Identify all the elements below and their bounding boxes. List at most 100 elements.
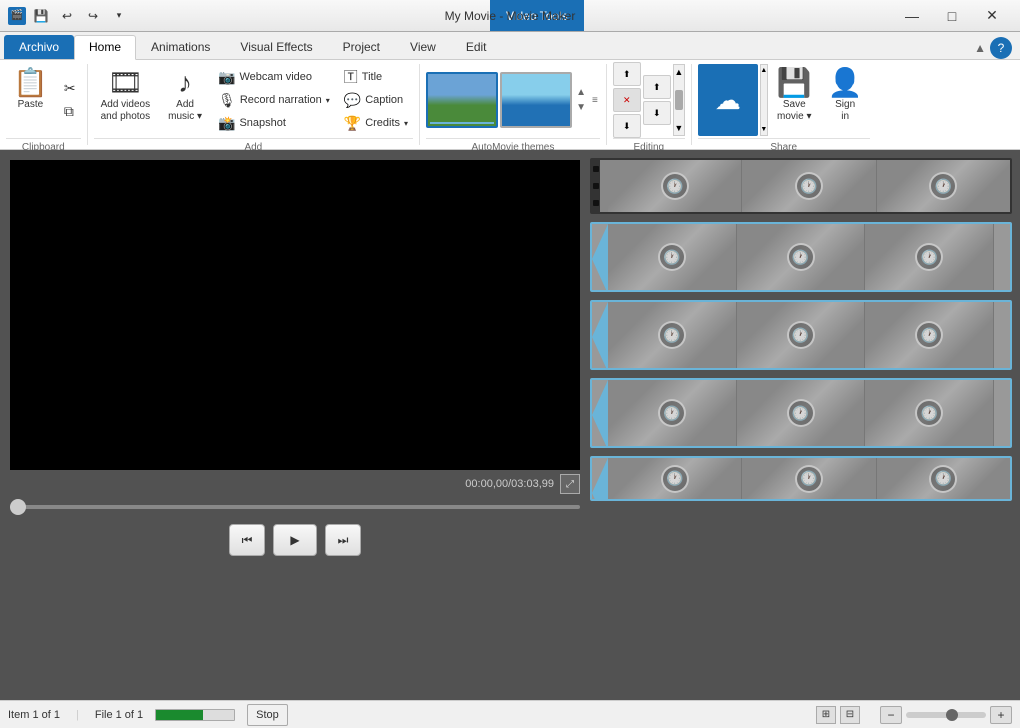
webcam-label: Webcam video [239,71,312,83]
zoom-in-btn[interactable]: + [990,706,1012,724]
timeline-row-2[interactable]: 🕐 🕐 🕐 [590,222,1012,292]
stop-button[interactable]: Stop [247,704,288,726]
film-segment[interactable]: 🕐 [737,302,866,368]
theme-item-2[interactable] [500,72,572,128]
film-segment[interactable]: 🕐 [608,458,742,499]
credits-dropdown-icon: ▾ [404,119,408,128]
tab-home[interactable]: Home [74,35,136,60]
timeline-row-5[interactable]: 🕐 🕐 🕐 [590,456,1012,501]
edit-btn-2[interactable]: ✕ [613,88,641,112]
next-frame-btn[interactable]: ⏭ [325,524,361,556]
cloud-icon: ☁ [715,85,741,116]
edit-btn-1[interactable]: ⬆ [613,62,641,86]
record-narration-button[interactable]: 🎙 Record narration ▾ [213,89,335,111]
close-btn[interactable]: ✕ [972,0,1012,32]
zoom-controls: − + [880,706,1012,724]
undo-btn[interactable]: ↩ [56,5,78,27]
sign-in-button[interactable]: 👤 Signin [821,64,870,136]
timeline-row-1[interactable]: 🕐 🕐 🕐 [590,158,1012,214]
snapshot-button[interactable]: 📸 Snapshot [213,112,335,134]
seek-bar[interactable] [10,498,580,516]
timeline-icon[interactable]: ⊟ [840,706,860,724]
maximize-btn[interactable]: □ [932,0,972,32]
time-text: 00:00,00/03:03,99 [465,478,554,490]
film-clock: 🕐 [929,465,957,493]
share-scroll-down[interactable]: ▼ [760,126,767,133]
film-segment[interactable]: 🕐 [877,160,1010,212]
add-music-button[interactable]: ♪ Addmusic ▾ [161,64,209,136]
editing-group: ⬆ ✕ ⬇ ⬆ ⬇ ▲ ▼ Editing [607,64,692,145]
seek-thumb[interactable] [10,499,26,515]
share-scroll-up[interactable]: ▲ [760,67,767,74]
webcam-button[interactable]: 📷 Webcam video [213,66,335,88]
automovie-group: ▲ ▼ ≡ AutoMovie themes [420,64,607,145]
film-strip-1: 🕐 🕐 🕐 [600,160,1010,212]
save-movie-button[interactable]: 💾 Savemovie ▾ [770,64,819,136]
paste-button[interactable]: 📋 Paste [6,64,55,136]
theme-item-1[interactable] [426,72,498,128]
film-segment[interactable]: 🕐 [865,302,994,368]
film-segment[interactable]: 🕐 [742,160,876,212]
expand-preview-btn[interactable]: ⤢ [560,474,580,494]
help-btn[interactable]: ? [990,37,1012,59]
tab-view[interactable]: View [395,35,451,59]
copy-button[interactable]: ⧉ [59,101,81,123]
film-segment[interactable]: 🕐 [865,380,994,446]
film-clock: 🕐 [787,243,815,271]
row-arrow-left [592,302,608,370]
editing-scroll-up[interactable]: ▲ [674,67,683,77]
row-arrow-right [994,380,1010,448]
record-icon: 🎙 [218,92,236,109]
save-quick-btn[interactable]: 💾 [30,5,52,27]
save-movie-label: Savemovie ▾ [777,99,811,123]
film-segment[interactable]: 🕐 [608,380,737,446]
caption-button[interactable]: 💬 Caption [339,89,413,111]
cut-button[interactable]: ✂ [59,78,81,100]
film-segment[interactable]: 🕐 [737,380,866,446]
film-segment[interactable]: 🕐 [737,224,866,290]
timeline-row-3[interactable]: 🕐 🕐 🕐 [590,300,1012,370]
add-videos-button[interactable]: 🎞 Add videosand photos [94,64,158,136]
edit-btn-5[interactable]: ⬇ [643,101,671,125]
film-clock: 🕐 [795,465,823,493]
tab-edit[interactable]: Edit [451,35,502,59]
tab-visual-effects[interactable]: Visual Effects [225,35,327,59]
zoom-thumb[interactable] [946,709,958,721]
credits-icon: 🏆 [344,115,361,132]
zoom-out-btn[interactable]: − [880,706,902,724]
editing-scroll-down[interactable]: ▼ [674,123,683,133]
collapse-ribbon-btn[interactable]: ▲ [974,41,986,55]
seek-track[interactable] [10,505,580,509]
tab-archivo[interactable]: Archivo [4,35,74,59]
film-segment[interactable]: 🕐 [608,224,737,290]
edit-btn-4[interactable]: ⬆ [643,75,671,99]
play-btn[interactable]: ▶ [273,524,317,556]
roll-hole [593,166,599,172]
add-small-left: 📷 Webcam video 🎙 Record narration ▾ 📸 Sn… [213,64,335,136]
title-button[interactable]: 🅃 Title [339,66,413,88]
film-segment[interactable]: 🕐 [742,458,876,499]
film-segment[interactable]: 🕐 [865,224,994,290]
tab-animations[interactable]: Animations [136,35,225,59]
film-segment[interactable]: 🕐 [877,458,1010,499]
film-segment[interactable]: 🕐 [608,160,742,212]
add-videos-icon: 🎞 [108,69,144,97]
minimize-btn[interactable]: — [892,0,932,32]
prev-frame-btn[interactable]: ⏮ [229,524,265,556]
redo-btn[interactable]: ↪ [82,5,104,27]
share-scrollbar[interactable]: ▲ ▼ [760,64,768,136]
customize-btn[interactable]: ▾ [108,5,130,27]
cloud-btn[interactable]: ☁ [698,64,758,136]
themes-scroll-up[interactable]: ▲ [574,86,588,99]
timeline-area[interactable]: 🕐 🕐 🕐 🕐 🕐 🕐 [590,150,1020,700]
edit-btn-3[interactable]: ⬇ [613,114,641,138]
themes-scroll-down[interactable]: ▼ [574,101,588,114]
themes-expand[interactable]: ≡ [590,94,600,107]
credits-button[interactable]: 🏆 Credits ▾ [339,112,413,134]
zoom-bar[interactable] [906,712,986,718]
editing-scrollbar[interactable]: ▲ ▼ [673,64,685,136]
storyboard-icon[interactable]: ⊞ [816,706,836,724]
tab-project[interactable]: Project [328,35,395,59]
film-segment[interactable]: 🕐 [608,302,737,368]
timeline-row-4[interactable]: 🕐 🕐 🕐 [590,378,1012,448]
